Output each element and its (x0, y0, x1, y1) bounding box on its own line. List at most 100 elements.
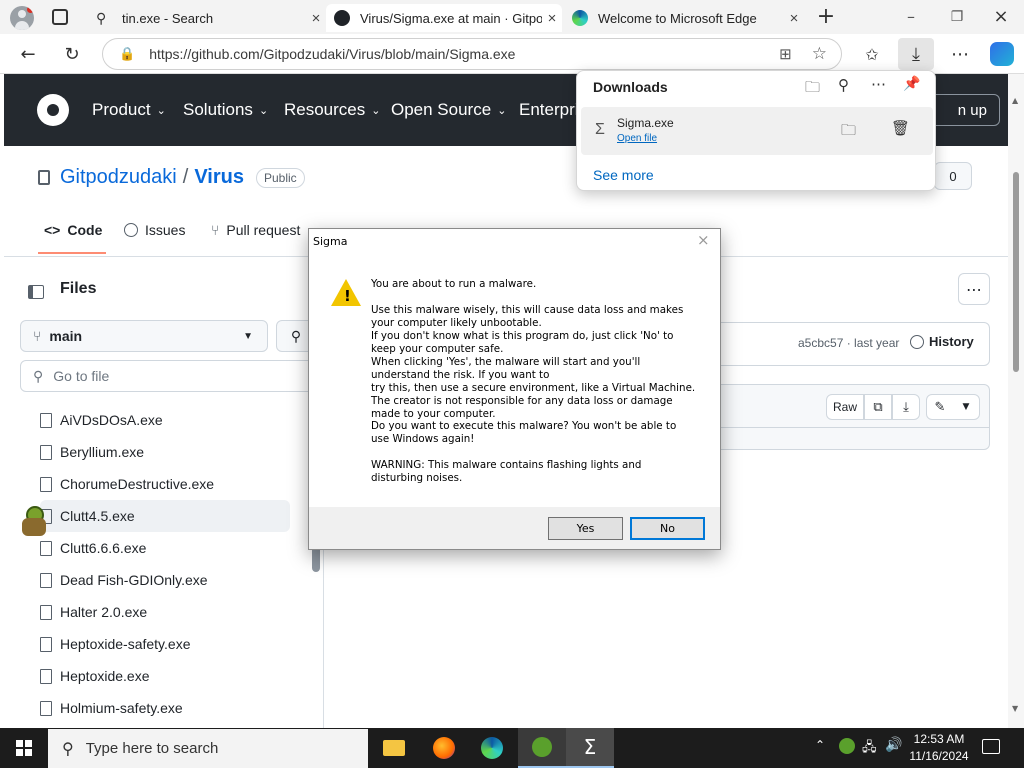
goblin-app-icon[interactable] (518, 728, 566, 768)
minimize-button[interactable]: – (896, 6, 926, 28)
file-icon (40, 412, 52, 428)
file-item[interactable]: Holmium-safety.exe (40, 692, 290, 724)
tab-edge[interactable]: Welcome to Microsoft Edge × (564, 4, 804, 32)
downloads-flyout: Downloads 🗀 ⚲ ⋯ 📌 Σ Sigma.exe Open file … (576, 70, 936, 191)
scroll-up-arrow[interactable]: ▲ (1012, 96, 1018, 105)
dialog-title: Sigma (313, 235, 348, 248)
visibility-badge: Public (255, 167, 305, 188)
see-more-link[interactable]: See more (593, 167, 654, 183)
more-options-button[interactable]: ⋯ (958, 273, 990, 305)
tray-app-icon[interactable] (839, 738, 855, 754)
firefox-icon[interactable] (420, 728, 468, 768)
file-item[interactable]: AiVDsDOsA.exe (40, 404, 290, 436)
restore-button[interactable]: ❐ (942, 6, 972, 28)
repo-name-link[interactable]: Virus (194, 166, 244, 189)
file-icon (40, 540, 52, 556)
file-explorer-icon[interactable] (370, 728, 418, 768)
download-raw-icon[interactable]: ⤓ (892, 394, 920, 420)
file-icon (40, 572, 52, 588)
repo-owner-link[interactable]: Gitpodzudaki (60, 166, 177, 189)
show-in-folder-icon[interactable]: 🗀 (841, 120, 856, 145)
file-header-divider (700, 427, 990, 428)
page-scrollbar[interactable]: ▲ ▼ (1008, 74, 1024, 728)
favorite-star-icon[interactable]: ☆ (812, 44, 827, 64)
new-tab-button[interactable]: + (814, 4, 838, 30)
scroll-thumb[interactable] (1013, 172, 1019, 372)
tab-actions-icon[interactable] (52, 9, 68, 25)
tab-code[interactable]: <> Code (44, 222, 102, 238)
file-item[interactable]: Halter 2.0.exe (40, 596, 290, 628)
search-downloads-icon[interactable]: ⚲ (838, 76, 849, 94)
file-item[interactable]: Clutt6.6.6.exe (40, 532, 290, 564)
notification-icon[interactable] (982, 739, 1000, 754)
open-file-link[interactable]: Open file (617, 133, 657, 144)
delete-icon[interactable]: 🗑 (891, 119, 910, 137)
nav-solutions[interactable]: Solutions ⌄ (183, 74, 268, 146)
open-downloads-folder-icon[interactable]: 🗀 (805, 77, 820, 102)
file-item[interactable]: Heptoxide.exe (40, 660, 290, 692)
clock[interactable]: 12:53 AM 11/16/2024 (906, 731, 972, 765)
download-item[interactable]: Σ Sigma.exe Open file 🗀 🗑 (581, 107, 933, 155)
close-tab-icon[interactable]: × (542, 10, 562, 27)
taskbar-search-box[interactable]: ⚲ Type here to search (48, 729, 368, 768)
start-button[interactable] (0, 728, 48, 768)
more-menu-icon[interactable]: ⋯ (944, 38, 976, 70)
tab-search[interactable]: ⚲ tin.exe - Search × (88, 4, 326, 32)
caret-down-icon: ▼ (962, 402, 970, 412)
copilot-icon[interactable] (990, 42, 1014, 66)
back-button[interactable]: ← (12, 38, 44, 70)
no-button[interactable]: No (630, 517, 705, 540)
profile-avatar[interactable] (10, 6, 34, 30)
sigma-app-icon[interactable]: Σ (566, 728, 614, 768)
code-icon: <> (44, 222, 61, 238)
show-hidden-icons[interactable]: ⌃ (815, 738, 825, 752)
raw-button[interactable]: Raw (826, 394, 864, 420)
file-icon (40, 604, 52, 620)
tab-code-underline (38, 252, 106, 254)
nav-product[interactable]: Product ⌄ (92, 74, 166, 146)
search-icon: ⚲ (290, 327, 302, 344)
nav-enterprise[interactable]: Enterpri (519, 74, 579, 146)
app-available-icon[interactable]: ⊞ (779, 45, 792, 63)
dialog-close-button[interactable]: × (697, 231, 710, 249)
downloads-more-icon[interactable]: ⋯ (871, 75, 886, 93)
file-item[interactable]: Heptoxide-safety.exe (40, 628, 290, 660)
files-heading: Files (60, 280, 97, 297)
tab-issues[interactable]: Issues (124, 222, 185, 238)
tab-label: tin.exe - Search (122, 10, 214, 26)
commit-info[interactable]: a5cbc57 · last year (798, 336, 899, 350)
collapse-sidebar-icon[interactable] (20, 276, 52, 308)
tab-github[interactable]: Virus/Sigma.exe at main · Gitpod × (326, 4, 562, 32)
edge-taskbar-icon[interactable] (468, 728, 516, 768)
copy-raw-icon[interactable]: ⧉ (864, 394, 892, 420)
network-icon[interactable]: 🖧 (862, 738, 877, 760)
downloads-button[interactable]: ⤓ (898, 38, 934, 70)
caret-down-icon: ▼ (243, 330, 253, 342)
file-icon (40, 668, 52, 684)
history-button[interactable]: History (910, 334, 974, 349)
windows-logo-icon (16, 740, 32, 756)
refresh-button[interactable]: ↻ (56, 38, 88, 70)
pin-icon[interactable]: 📌 (903, 75, 920, 92)
scroll-down-arrow[interactable]: ▼ (1012, 704, 1018, 713)
downloads-title: Downloads (593, 79, 668, 95)
yes-button[interactable]: Yes (548, 517, 623, 540)
url-field[interactable]: 🔒 https://github.com/Gitpodzudaki/Virus/… (102, 38, 842, 70)
repo-icon (38, 170, 50, 185)
close-window-button[interactable]: × (986, 6, 1016, 28)
file-item[interactable]: Beryllium.exe (40, 436, 290, 468)
file-item[interactable]: Dead Fish-GDIOnly.exe (40, 564, 290, 596)
volume-icon[interactable]: 🔊 (885, 737, 902, 753)
tab-pull-requests[interactable]: ⑂ Pull request (211, 222, 300, 238)
file-item[interactable]: Clutt4.5.exe (40, 500, 290, 532)
branch-selector[interactable]: ⑂ main ▼ (20, 320, 268, 352)
nav-open-source[interactable]: Open Source ⌄ (391, 74, 506, 146)
close-tab-icon[interactable]: × (784, 10, 804, 27)
go-to-file-input[interactable]: ⚲ Go to file (20, 360, 320, 392)
close-tab-icon[interactable]: × (306, 10, 326, 27)
file-item[interactable]: ChorumeDestructive.exe (40, 468, 290, 500)
favorites-icon[interactable]: ✩ (856, 38, 888, 70)
edit-file-button[interactable]: ✎ ▼ (926, 394, 980, 420)
star-count-box[interactable]: 0 (934, 162, 972, 190)
nav-resources[interactable]: Resources ⌄ (284, 74, 380, 146)
